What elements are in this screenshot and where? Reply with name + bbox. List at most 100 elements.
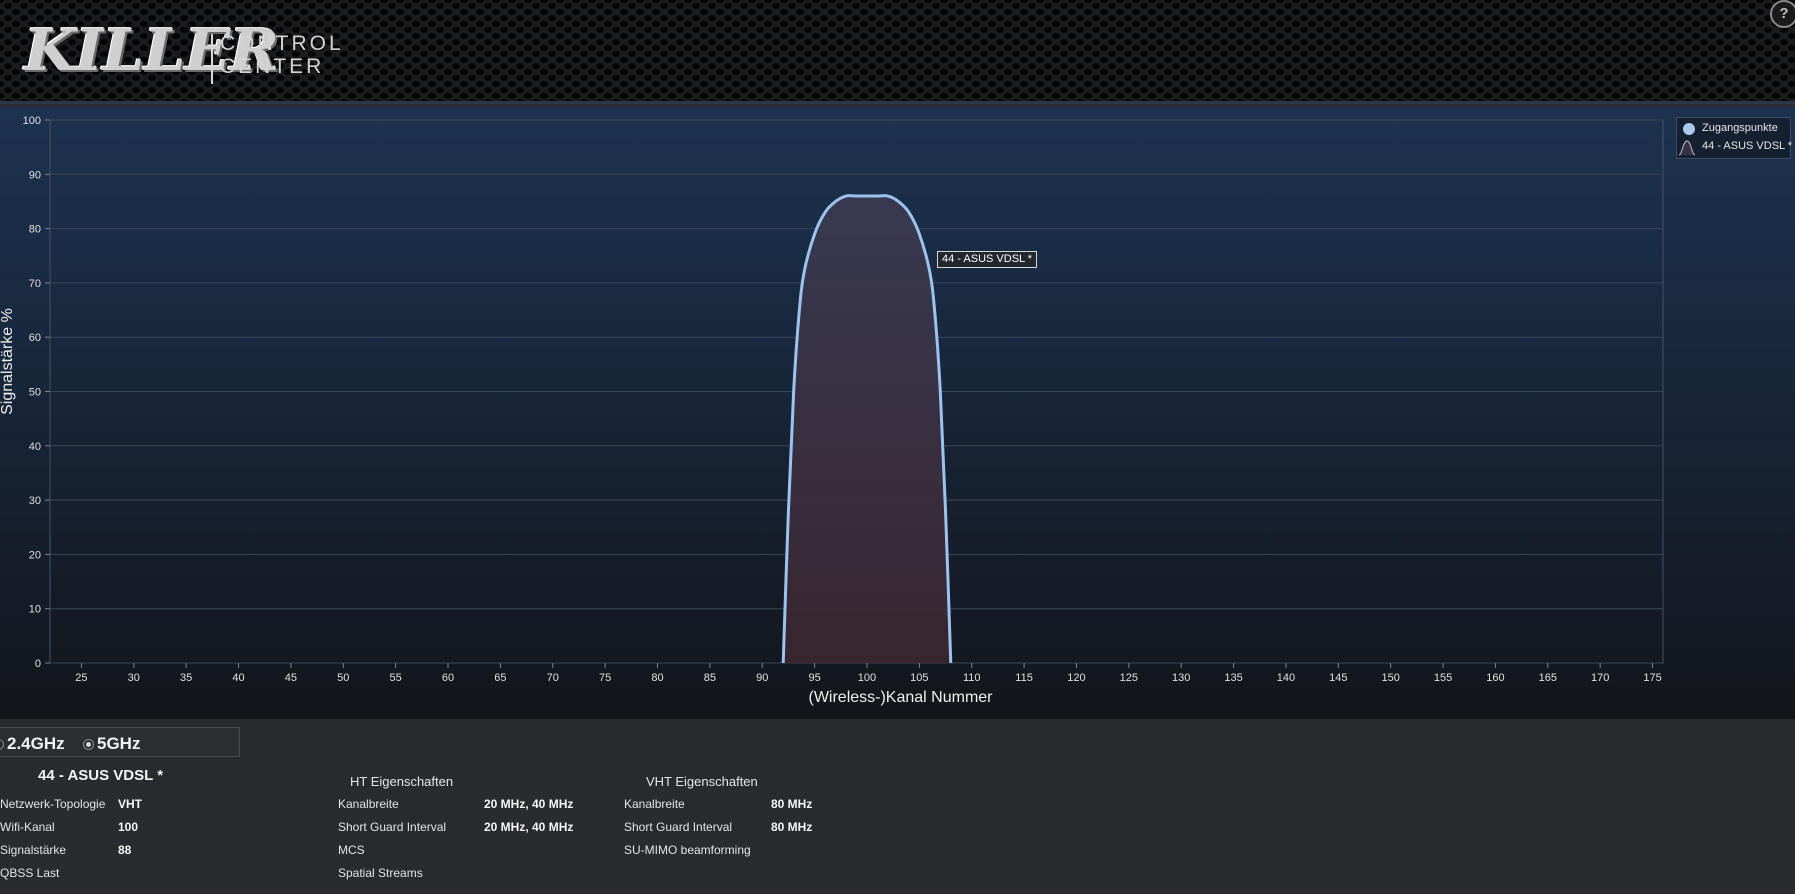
y-tick-label: 90 (29, 169, 41, 181)
x-tick-label: 30 (128, 672, 140, 684)
prop-label: Kanalbreite (338, 797, 399, 811)
help-button[interactable]: ? (1770, 0, 1795, 28)
x-tick-label: 40 (232, 672, 244, 684)
circle-dot-icon (1683, 123, 1695, 135)
radio-button[interactable] (83, 739, 94, 750)
radio-button[interactable] (0, 739, 4, 750)
x-tick-label: 145 (1329, 672, 1347, 684)
legend-label: Zugangspunkte (1702, 122, 1778, 134)
y-tick-label: 70 (29, 278, 41, 290)
series-area-fill (783, 195, 951, 663)
killer-logo: KILLER CONTROL CENTER (24, 14, 354, 90)
band-selector: 2.4GHz 5GHz (0, 727, 240, 757)
x-tick-label: 170 (1591, 672, 1609, 684)
prop-row-channel: Wifi-Kanal 100 (0, 820, 300, 840)
x-tick-label: 25 (75, 672, 87, 684)
x-tick-label: 65 (494, 672, 506, 684)
y-tick-label: 60 (29, 332, 41, 344)
network-tooltip: 44 - ASUS VDSL * (937, 251, 1038, 268)
x-tick-label: 45 (285, 672, 297, 684)
x-tick-label: 70 (547, 672, 559, 684)
x-tick-label: 175 (1643, 672, 1661, 684)
y-tick-label: 0 (35, 658, 41, 670)
prop-label: Short Guard Interval (338, 820, 447, 834)
band-label: 2.4GHz (7, 734, 65, 753)
x-tick-label: 80 (651, 672, 663, 684)
prop-value: 20 MHz, 40 MHz (484, 820, 574, 834)
x-tick-label: 150 (1381, 672, 1399, 684)
x-tick-label: 35 (180, 672, 192, 684)
band-option-5ghz[interactable]: 5GHz (83, 734, 163, 754)
x-tick-label: 55 (390, 672, 402, 684)
killer-control-center-window: KILLER CONTROL CENTER ? 0 10 20 30 40 50 60 70 8… (0, 0, 1795, 894)
y-tick-label: 10 (29, 604, 41, 616)
prop-label: SU-MIMO beamforming (624, 843, 751, 857)
x-tick-label: 130 (1172, 672, 1190, 684)
wifi-channel-chart: 0 10 20 30 40 50 60 70 80 90 100 25 30 35 40 45 50 55 60 65… (0, 107, 1795, 719)
x-tick-label: 60 (442, 672, 454, 684)
prop-row-qbss: QBSS Last (0, 866, 300, 886)
x-tick-label: 110 (963, 672, 981, 684)
y-tick-label: 40 (29, 441, 41, 453)
prop-label: Netzwerk-Topologie (0, 797, 106, 811)
prop-value: 80 MHz (771, 797, 813, 811)
prop-label: Short Guard Interval (624, 820, 733, 834)
legend-item-network[interactable]: 44 - ASUS VDSL * (1677, 138, 1792, 156)
x-tick-label: 115 (1015, 672, 1033, 684)
x-tick-label: 50 (337, 672, 349, 684)
vht-row-sgi: Short Guard Interval 80 MHz (624, 820, 924, 840)
prop-row-signal: Signalstärke 88 (0, 843, 300, 863)
vht-row-channel-width: Kanalbreite 80 MHz (624, 797, 924, 817)
x-tick-label: 140 (1277, 672, 1295, 684)
bell-curve-icon (1678, 140, 1696, 156)
logo-subtitle-center: CENTER (220, 55, 325, 78)
y-tick-label: 50 (29, 387, 41, 399)
chart-series (781, 194, 953, 664)
prop-value: 80 MHz (771, 820, 813, 834)
ht-row-channel-width: Kanalbreite 20 MHz, 40 MHz (338, 797, 638, 817)
vht-row-su-mimo: SU-MIMO beamforming (624, 843, 924, 863)
chart-canvas: 0 10 20 30 40 50 60 70 80 90 100 25 30 35 40 45 50 55 60 65… (0, 115, 1664, 706)
x-tick-label: 100 (858, 672, 876, 684)
x-tick-label: 135 (1224, 672, 1242, 684)
prop-label: Wifi-Kanal (0, 820, 55, 834)
x-tick-label: 165 (1539, 672, 1557, 684)
band-label: 5GHz (97, 734, 141, 753)
x-tick-label: 105 (910, 672, 928, 684)
y-tick-label: 100 (23, 115, 41, 127)
y-tick-label: 80 (29, 224, 41, 236)
prop-value: 100 (118, 820, 139, 834)
prop-value: 88 (118, 843, 132, 857)
prop-value: 20 MHz, 40 MHz (484, 797, 574, 811)
ht-row-streams: Spatial Streams (338, 866, 638, 886)
y-axis-title: Signalstärke % (0, 308, 16, 415)
ht-section-title: HT Eigenschaften (350, 774, 454, 789)
x-tick-label: 85 (704, 672, 716, 684)
vht-section-title: VHT Eigenschaften (646, 774, 758, 789)
x-axis-title: (Wireless-)Kanal Nummer (808, 689, 993, 706)
ht-row-sgi: Short Guard Interval 20 MHz, 40 MHz (338, 820, 638, 840)
x-tick-label: 125 (1120, 672, 1138, 684)
y-tick-label: 20 (29, 549, 41, 561)
network-details-panel: 2.4GHz 5GHz 44 - ASUS VDSL * HT Eigensch… (0, 719, 1795, 894)
logo-subtitle-control: CONTROL (220, 32, 344, 55)
ht-row-mcs: MCS (338, 843, 638, 863)
band-option-24ghz[interactable]: 2.4GHz (0, 734, 79, 754)
prop-value: VHT (118, 797, 142, 811)
x-tick-label: 120 (1067, 672, 1085, 684)
legend-label: 44 - ASUS VDSL * (1702, 140, 1793, 152)
x-tick-label: 155 (1434, 672, 1452, 684)
prop-label: Signalstärke (0, 843, 67, 857)
x-tick-label: 75 (599, 672, 611, 684)
legend-item-access-points[interactable]: Zugangspunkte (1677, 120, 1792, 138)
prop-row-topology: Netzwerk-Topologie VHT (0, 797, 300, 817)
prop-label: MCS (338, 843, 365, 857)
prop-label: QBSS Last (0, 866, 60, 880)
y-tick-label: 30 (29, 495, 41, 507)
x-tick-label: 160 (1486, 672, 1504, 684)
app-header: KILLER CONTROL CENTER ? (0, 0, 1795, 104)
x-tick-label: 90 (756, 672, 768, 684)
logo-divider (211, 34, 213, 84)
prop-label: Spatial Streams (338, 866, 423, 880)
prop-label: Kanalbreite (624, 797, 685, 811)
